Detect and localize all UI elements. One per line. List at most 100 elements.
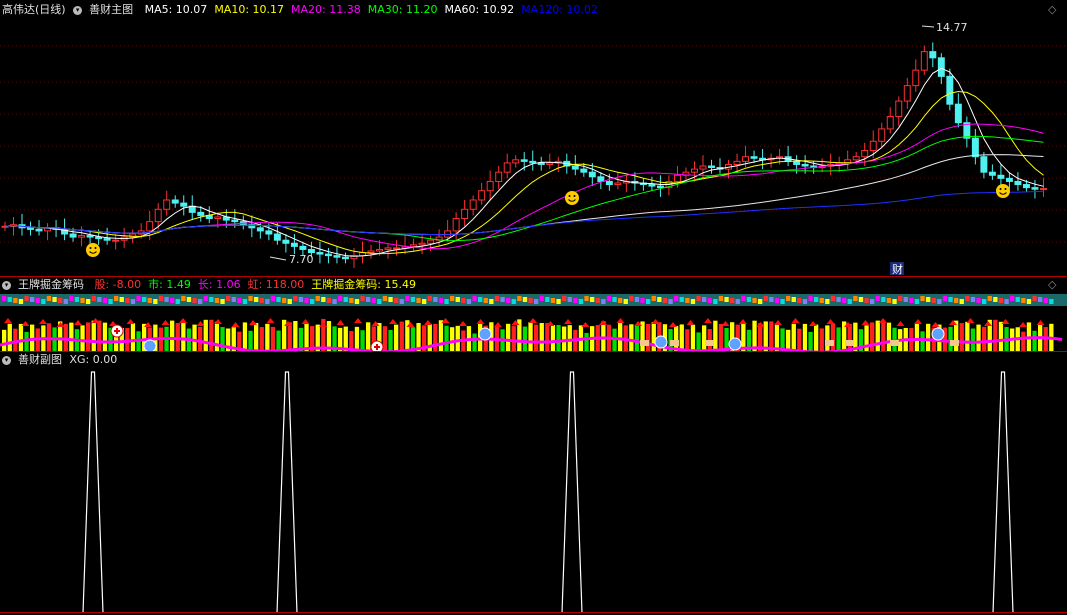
chip-bar-top <box>220 299 225 304</box>
chip-bar-top <box>914 299 920 304</box>
chip-bar <box>567 325 572 352</box>
chip-bar-top <box>1049 299 1054 304</box>
chip-bar-top <box>63 299 68 304</box>
chip-bar-top <box>382 296 388 301</box>
candle-body <box>316 252 324 255</box>
chip-bar-top <box>808 296 813 301</box>
xg-value: XG: 0.00 <box>69 353 118 366</box>
candle-body <box>750 156 758 159</box>
chip-bar-top <box>987 296 992 301</box>
chip-bar <box>80 325 85 352</box>
chip-bar <box>270 326 276 352</box>
chip-bar <box>354 326 360 352</box>
stock-name[interactable]: 高伟达(日线) <box>2 3 66 16</box>
chip-bar-top <box>1032 296 1037 301</box>
hand-icon <box>825 340 834 346</box>
candle-body <box>997 174 1005 179</box>
chip-bar-top <box>545 297 550 302</box>
xg-signal-chart[interactable] <box>0 368 1067 613</box>
chip-bar-top <box>466 299 472 304</box>
blue-ball-icon <box>931 327 945 341</box>
chip-bar-top <box>91 296 96 301</box>
chip-bar-top <box>769 297 774 302</box>
ma-label: MA5: 10.07 <box>144 3 208 16</box>
chip-bar-top <box>427 296 432 301</box>
chip-bar-top <box>13 298 18 303</box>
chip-bar-top <box>858 297 864 302</box>
chip-bar-top <box>802 299 808 304</box>
chip-bar-top <box>702 297 707 302</box>
chip-bar <box>18 323 24 352</box>
diamond-icon[interactable]: ◇ <box>1048 278 1056 291</box>
chip-bar-top <box>125 298 130 303</box>
chevron-down-icon[interactable]: ▾ <box>2 355 11 365</box>
main-indicator-name[interactable]: 善财主图 <box>89 3 133 16</box>
candle-body <box>78 235 86 238</box>
candle-body <box>393 247 401 250</box>
chip-bar-top <box>315 296 320 301</box>
candle-body <box>1022 184 1030 189</box>
triangle-marker <box>1001 319 1010 324</box>
candle-body <box>324 253 332 257</box>
chip-bar-top <box>377 299 382 304</box>
chip-bar-top <box>623 299 628 304</box>
chip-bar-top <box>842 298 847 303</box>
triangle-marker <box>581 322 590 327</box>
chip-bar <box>814 324 819 352</box>
candle-body <box>1014 180 1022 186</box>
candle-body <box>1005 177 1013 182</box>
chip-bar-top <box>74 297 80 302</box>
candle-body <box>163 199 171 210</box>
candle-body <box>427 239 435 244</box>
chip-bar <box>914 323 920 352</box>
chip-bar-top <box>931 298 936 303</box>
sub1-indicator-name[interactable]: 王牌掘金筹码 <box>18 278 84 291</box>
candle-body <box>69 233 77 238</box>
chip-bar <box>982 326 987 352</box>
chip-bar <box>214 321 220 352</box>
indicator-value: 长: 1.06 <box>197 278 241 291</box>
candle-body <box>869 140 877 152</box>
chip-bar-top <box>231 297 236 302</box>
candle-body <box>410 244 418 247</box>
chip-bar <box>690 324 696 352</box>
chip-bar <box>718 324 724 352</box>
chip-bar-top <box>612 297 617 302</box>
chip-bar <box>254 323 259 352</box>
sub2-indicator-name[interactable]: 善财副图 <box>18 353 62 366</box>
candle-body <box>333 255 341 258</box>
chip-bar-top <box>668 299 673 304</box>
chip-bar-top <box>338 296 343 301</box>
main-candlestick-chart[interactable]: 财 14.77 7.70 <box>0 18 1067 276</box>
chip-bar-top <box>595 298 600 303</box>
candle-body <box>273 233 281 241</box>
chip-bar-top <box>629 296 634 301</box>
chip-bar <box>1021 331 1026 352</box>
candle-body <box>648 184 656 187</box>
chip-bar-top <box>489 299 494 304</box>
smiley-eye <box>568 195 571 197</box>
chip-bar-top <box>534 299 539 304</box>
candle-body <box>171 199 179 204</box>
triangle-marker <box>126 319 135 324</box>
chip-bar-top <box>814 297 819 302</box>
chip-bar-top <box>366 297 371 302</box>
chip-bar-top <box>422 299 427 304</box>
chip-distribution-chart[interactable] <box>0 294 1067 352</box>
chevron-down-icon[interactable]: ▾ <box>73 5 83 15</box>
triangle-marker <box>861 320 870 325</box>
chip-bar <box>399 321 404 352</box>
diamond-icon[interactable]: ◇ <box>1048 3 1056 16</box>
chip-bar-top <box>791 297 796 302</box>
chevron-down-icon[interactable]: ▾ <box>2 280 11 290</box>
chip-bar <box>472 333 477 352</box>
chip-bar-top <box>970 297 976 302</box>
chip-bar-top <box>24 296 29 301</box>
chip-bar <box>24 331 29 352</box>
chip-bar-top <box>287 299 292 304</box>
candle-body <box>146 221 154 232</box>
chip-bar-top <box>214 298 220 303</box>
chip-bar <box>881 320 886 352</box>
chip-bar-top <box>483 298 488 303</box>
chip-bar <box>7 323 12 352</box>
